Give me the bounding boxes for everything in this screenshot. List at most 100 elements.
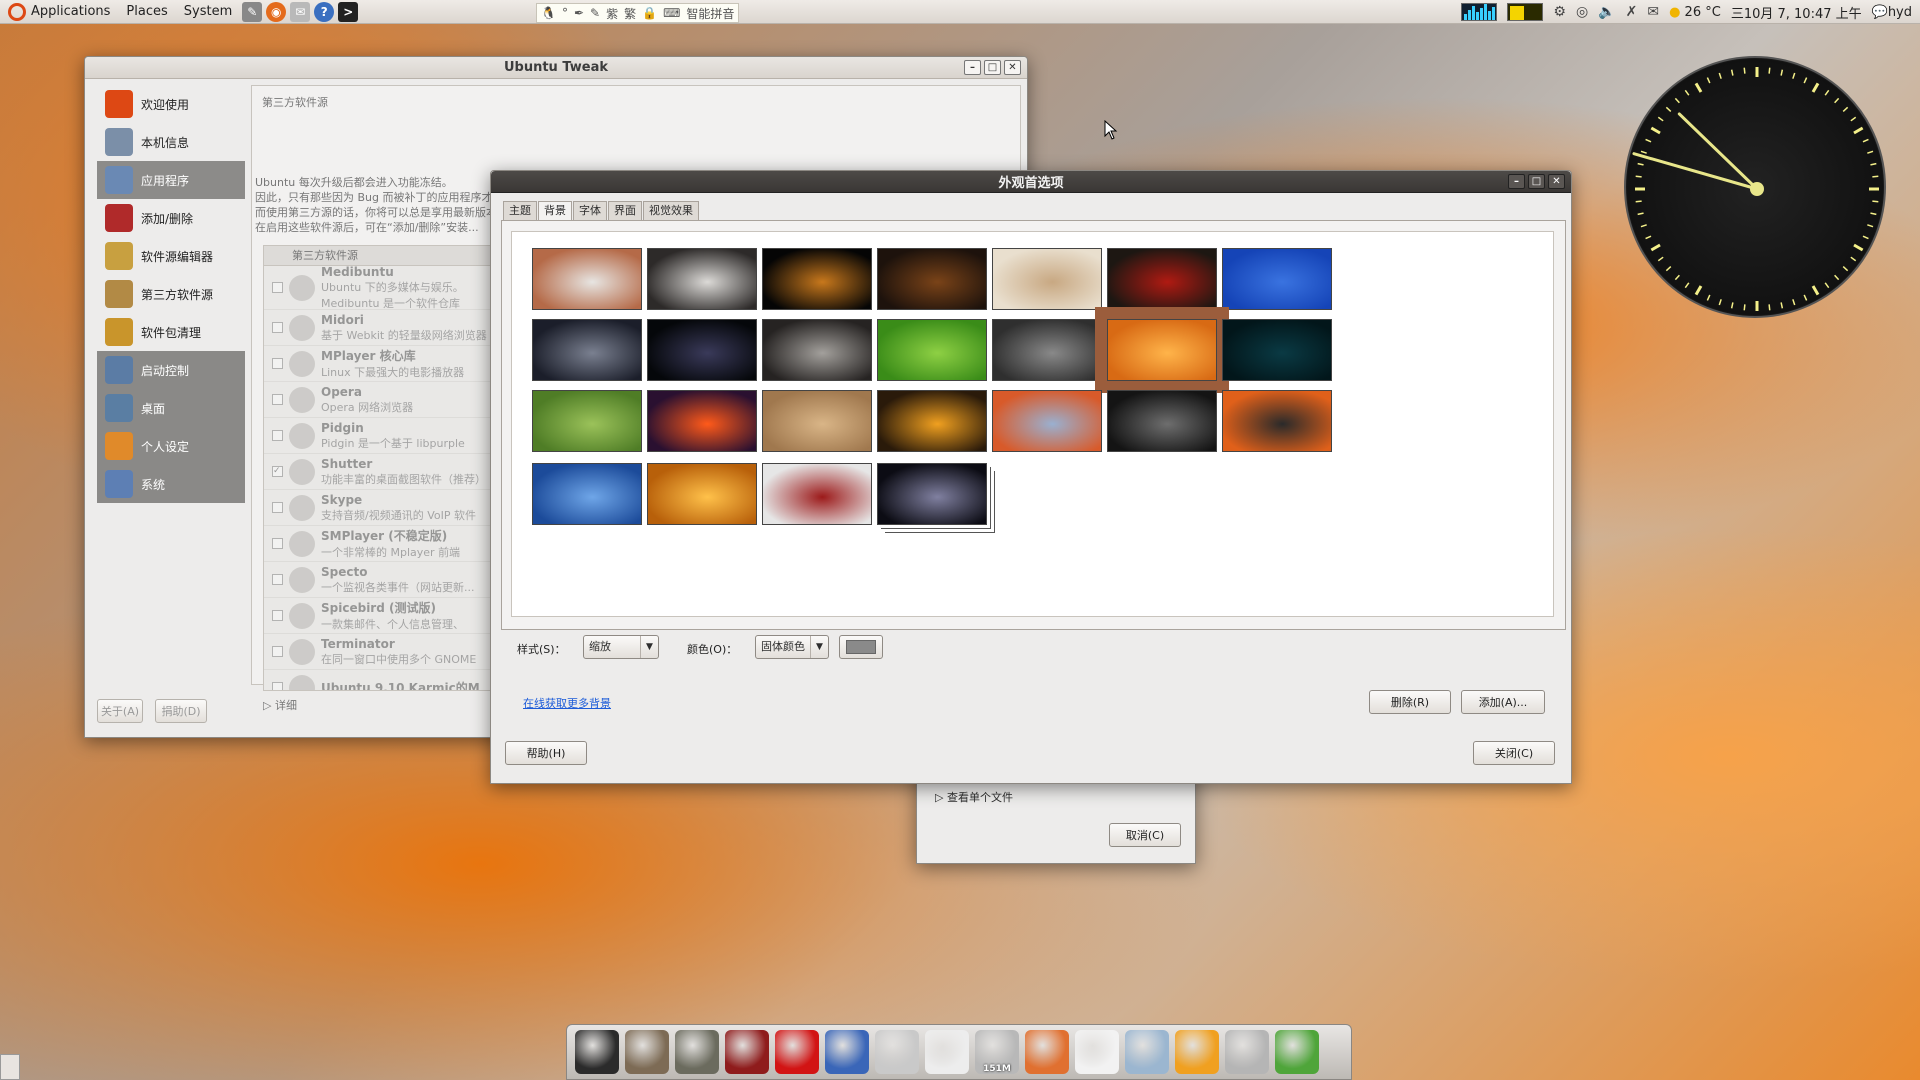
- minimize-button[interactable]: –: [964, 60, 981, 75]
- firefox-launcher-icon[interactable]: ◉: [266, 1, 287, 22]
- terminal-launcher-icon[interactable]: >: [338, 1, 359, 22]
- close-dialog-button[interactable]: 关闭(C): [1473, 741, 1555, 765]
- ime-engine-label[interactable]: 智能拼音: [686, 5, 734, 22]
- sidebar-item-computer[interactable]: 本机信息: [97, 123, 245, 161]
- source-checkbox[interactable]: [272, 394, 283, 405]
- system-menu[interactable]: System: [176, 0, 240, 24]
- ime-keyboard-icon[interactable]: ⌨: [663, 6, 680, 20]
- sidebar-item-startup[interactable]: 启动控制: [97, 351, 245, 389]
- wallpaper-thumbnail[interactable]: [647, 463, 757, 525]
- source-checkbox[interactable]: [272, 282, 283, 293]
- source-checkbox[interactable]: ✓: [272, 466, 283, 477]
- source-checkbox[interactable]: [272, 646, 283, 657]
- notes-icon[interactable]: [925, 1030, 969, 1074]
- sidebar-item-package-clean[interactable]: 软件包清理: [97, 313, 245, 351]
- applications-menu[interactable]: Applications: [0, 0, 118, 24]
- wallpaper-thumbnail[interactable]: [877, 248, 987, 310]
- source-checkbox[interactable]: [272, 538, 283, 549]
- wallpaper-thumbnail[interactable]: [992, 390, 1102, 452]
- sidebar-item-personal[interactable]: 个人设定: [97, 427, 245, 465]
- wallpaper-thumbnail[interactable]: [877, 463, 987, 525]
- trash-icon[interactable]: 151M: [975, 1030, 1019, 1074]
- source-checkbox[interactable]: [272, 502, 283, 513]
- shutdown-icon[interactable]: [775, 1030, 819, 1074]
- ime-simplified-toggle[interactable]: 紫: [606, 5, 618, 22]
- mail-icon[interactable]: [875, 1030, 919, 1074]
- wallpaper-thumbnail[interactable]: [762, 390, 872, 452]
- places-menu[interactable]: Places: [118, 0, 175, 24]
- documents-icon[interactable]: [1075, 1030, 1119, 1074]
- minimize-button[interactable]: –: [1508, 174, 1525, 189]
- details-expander[interactable]: ▷ 详细: [263, 697, 297, 713]
- update-notifier-icon[interactable]: ◎: [1576, 4, 1588, 20]
- appearance-titlebar[interactable]: 外观首选项 – □ ✕: [491, 171, 1571, 193]
- firefox-icon[interactable]: [825, 1030, 869, 1074]
- wallpaper-thumbnail[interactable]: [647, 319, 757, 381]
- pin-icon[interactable]: ✗: [1626, 4, 1638, 20]
- tab-0[interactable]: 主题: [503, 201, 537, 221]
- show-desktop-button[interactable]: [0, 1054, 20, 1080]
- wallpaper-thumbnail[interactable]: [992, 248, 1102, 310]
- wallpaper-thumbnail[interactable]: [647, 248, 757, 310]
- close-button[interactable]: ✕: [1548, 174, 1565, 189]
- wallpaper-gallery[interactable]: [511, 231, 1554, 617]
- tab-1[interactable]: 背景: [538, 201, 572, 222]
- cairo-dock-icon[interactable]: [1175, 1030, 1219, 1074]
- ime-pen-icon[interactable]: ✒: [574, 6, 584, 20]
- ubuntu-icon[interactable]: [1025, 1030, 1069, 1074]
- memory-monitor-icon[interactable]: [1507, 3, 1544, 21]
- cpu-monitor-icon[interactable]: [1461, 3, 1498, 21]
- color-picker-button[interactable]: [839, 635, 883, 659]
- clock-applet[interactable]: 三10月 7, 10:47 上午: [1731, 3, 1862, 22]
- tab-2[interactable]: 字体: [573, 201, 607, 221]
- system-settings-icon[interactable]: [1225, 1030, 1269, 1074]
- source-checkbox[interactable]: [272, 682, 283, 690]
- source-checkbox[interactable]: [272, 610, 283, 621]
- single-file-expander[interactable]: ▷ 查看单个文件: [935, 789, 1013, 805]
- analog-clock-desklet[interactable]: [1624, 56, 1886, 318]
- tweak-titlebar[interactable]: Ubuntu Tweak – □ ✕: [85, 57, 1027, 79]
- add-button[interactable]: 添加(A)...: [1461, 690, 1545, 714]
- sidebar-item-system[interactable]: 系统: [97, 465, 245, 503]
- sidebar-item-add-remove[interactable]: 添加/删除: [97, 199, 245, 237]
- wallpaper-thumbnail[interactable]: [762, 248, 872, 310]
- wallpaper-thumbnail[interactable]: [532, 248, 642, 310]
- style-dropdown[interactable]: 缩放 ▼: [583, 635, 659, 659]
- sidebar-item-ubuntu[interactable]: 欢迎使用: [97, 85, 245, 123]
- wallpaper-thumbnail[interactable]: [1095, 307, 1229, 393]
- music-player-icon[interactable]: [625, 1030, 669, 1074]
- sidebar-item-apps[interactable]: 应用程序: [97, 161, 245, 199]
- about-button[interactable]: 关于(A): [97, 699, 143, 723]
- ime-char-icon[interactable]: ✎: [590, 6, 600, 20]
- weather-applet[interactable]: ● 26 °C: [1669, 5, 1721, 20]
- wallpaper-thumbnail[interactable]: [1222, 390, 1332, 452]
- help-launcher-icon[interactable]: ?: [314, 1, 335, 22]
- tab-4[interactable]: 视觉效果: [643, 201, 699, 221]
- ime-punct-icon[interactable]: °: [562, 6, 568, 20]
- wallpaper-thumbnail[interactable]: [1222, 248, 1332, 310]
- ime-traditional-toggle[interactable]: 繁: [624, 5, 636, 22]
- wallpaper-thumbnail[interactable]: [877, 390, 987, 452]
- wallpaper-thumbnail[interactable]: [877, 319, 987, 381]
- delete-button[interactable]: 删除(R): [1369, 690, 1451, 714]
- input-method-bar[interactable]: 🐧 ° ✒ ✎ 紫 繁 🔒 ⌨ 智能拼音: [536, 3, 740, 23]
- source-checkbox[interactable]: [272, 430, 283, 441]
- favorites-icon[interactable]: [1125, 1030, 1169, 1074]
- sidebar-item-desktop[interactable]: 桌面: [97, 389, 245, 427]
- close-button[interactable]: ✕: [1004, 60, 1021, 75]
- wallpaper-thumbnail[interactable]: [1222, 319, 1332, 381]
- gimp-icon[interactable]: [675, 1030, 719, 1074]
- volume-icon[interactable]: 🔈: [1598, 4, 1615, 20]
- update-icon[interactable]: [1275, 1030, 1319, 1074]
- wallpaper-thumbnail[interactable]: [532, 390, 642, 452]
- wallpaper-thumbnail[interactable]: [532, 319, 642, 381]
- get-more-backgrounds-link[interactable]: 在线获取更多背景: [523, 695, 611, 711]
- donate-button[interactable]: 捐助(D): [155, 699, 207, 723]
- maximize-button[interactable]: □: [1528, 174, 1545, 189]
- mail-launcher-icon[interactable]: ✉: [290, 1, 311, 22]
- user-menu[interactable]: 💬hyd: [1872, 5, 1912, 20]
- text-editor-launcher-icon[interactable]: ✎: [242, 1, 263, 22]
- help-button[interactable]: 帮助(H): [505, 741, 587, 765]
- cancel-button[interactable]: 取消(C): [1109, 823, 1181, 847]
- wallpaper-thumbnail[interactable]: [647, 390, 757, 452]
